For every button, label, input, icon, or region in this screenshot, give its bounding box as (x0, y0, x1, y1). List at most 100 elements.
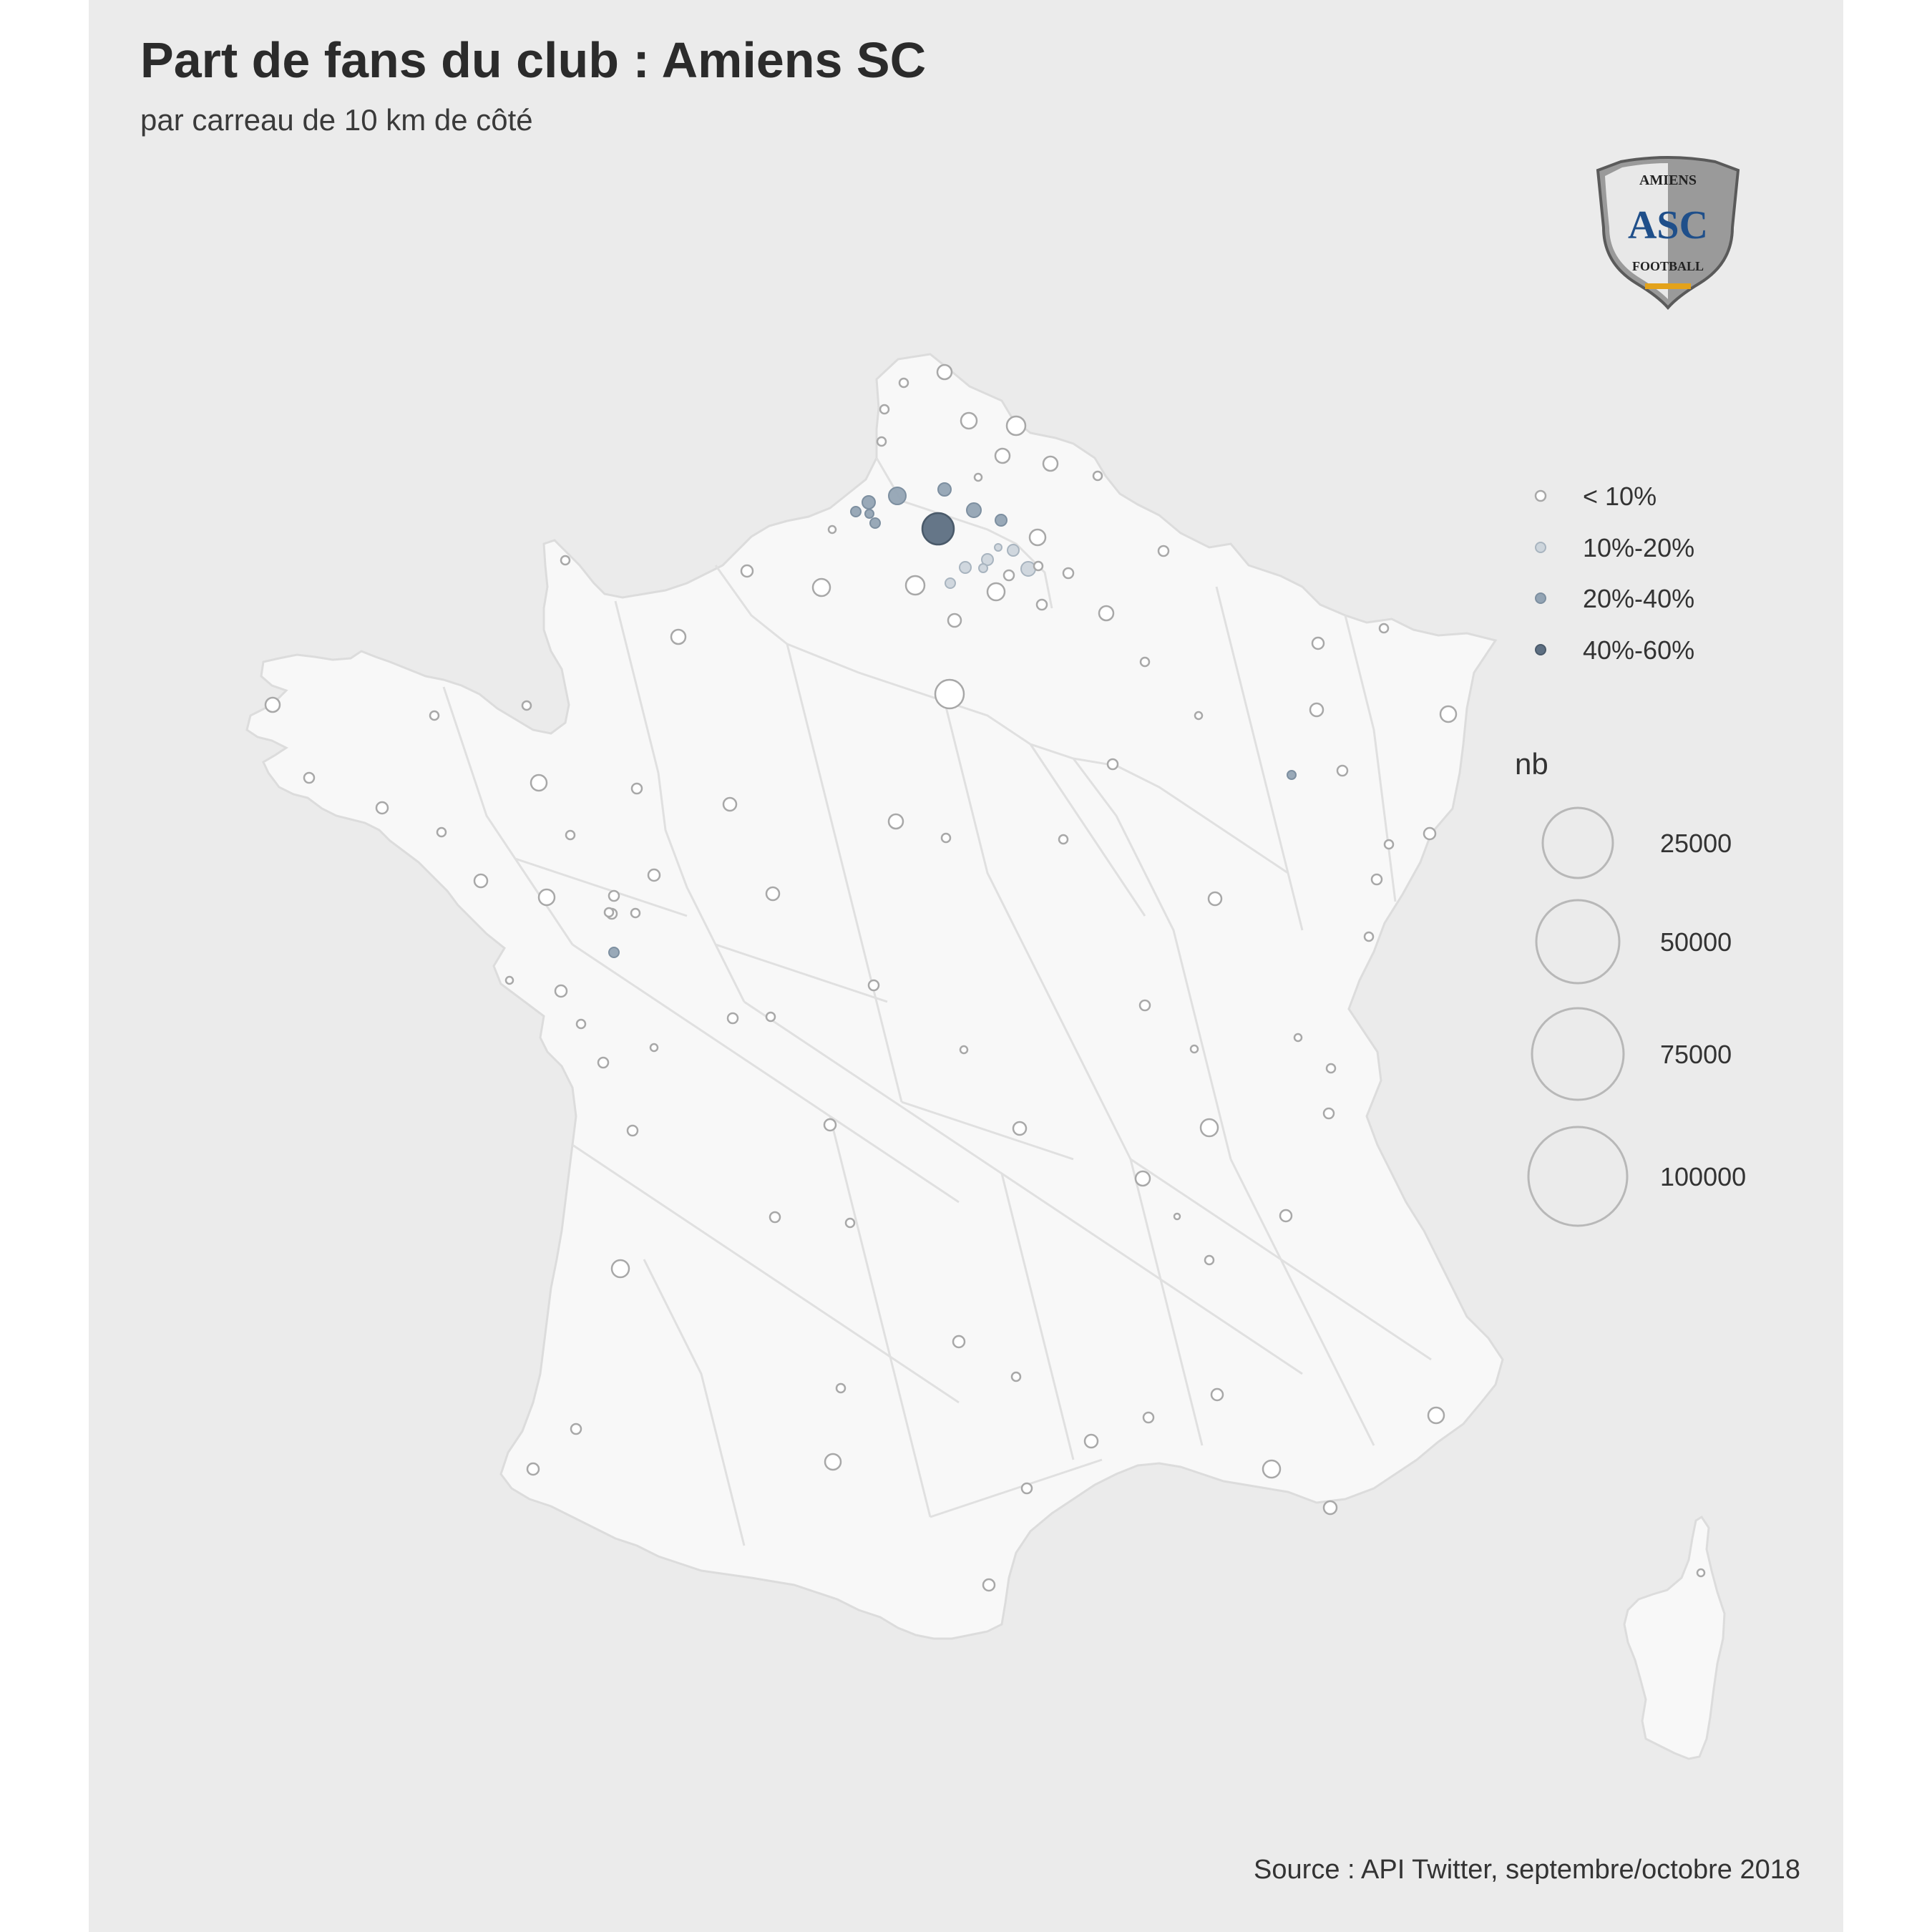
map-point (1439, 705, 1458, 723)
map-point (1427, 1406, 1445, 1425)
legend-key-10-20 (1535, 542, 1546, 553)
map-point (1207, 891, 1223, 907)
map-point (1423, 826, 1437, 841)
map-point (1058, 834, 1069, 845)
map-point (986, 582, 1006, 602)
map-point (982, 1578, 996, 1592)
map-point (1322, 1107, 1335, 1120)
map-point (608, 889, 620, 902)
map-point (1020, 561, 1036, 577)
legend: < 10% 10%-20% 20%-40% 40%-60% nb 25000 5… (1515, 482, 1746, 1227)
crest-bottom-text: FOOTBALL (1632, 259, 1704, 273)
map-point (823, 1118, 837, 1132)
map-point (1134, 1170, 1151, 1187)
map-point (966, 502, 982, 518)
map-point (887, 813, 904, 830)
map-point (1005, 415, 1027, 436)
map-point (1194, 711, 1204, 721)
size-key-75000 (1531, 1007, 1625, 1101)
map-point (554, 984, 568, 998)
legend-label-20-40: 20%-40% (1583, 584, 1694, 613)
map-point (1012, 1121, 1028, 1136)
legend-key-20-40 (1535, 592, 1546, 604)
map-point (1142, 1411, 1155, 1424)
map-point (869, 517, 881, 529)
map-point (769, 1211, 781, 1224)
map-point (570, 1423, 582, 1435)
map-point (844, 1217, 856, 1229)
map-point (429, 710, 440, 721)
map-point (1279, 1209, 1293, 1223)
map-point (1325, 1063, 1337, 1074)
map-point (1106, 758, 1119, 771)
size-key-100000 (1527, 1126, 1629, 1227)
map-point (610, 1259, 630, 1279)
map-point (303, 771, 316, 784)
map-point (1370, 873, 1383, 886)
map-point (1028, 528, 1047, 547)
map-point (765, 886, 781, 902)
map-point (952, 1335, 966, 1349)
map-point (811, 577, 831, 597)
map-point (1002, 569, 1015, 582)
map-point (1098, 605, 1115, 622)
map-point (824, 1453, 842, 1471)
map-point (959, 1045, 969, 1055)
legend-label-40-60: 40%-60% (1583, 635, 1694, 665)
map-point (630, 782, 643, 795)
source-caption: Source : API Twitter, septembre/octobre … (1254, 1855, 1800, 1885)
map-point (973, 472, 983, 482)
map-point (649, 1043, 659, 1053)
map-point (921, 512, 955, 546)
map-point (937, 482, 952, 497)
crest-top-text: AMIENS (1639, 172, 1697, 188)
map-point (1262, 1459, 1282, 1479)
map-point (670, 628, 687, 645)
map-point (960, 411, 978, 430)
map-point (1287, 770, 1297, 780)
map-point (740, 564, 754, 578)
map-point (904, 575, 926, 596)
map-point (264, 696, 281, 713)
map-point (936, 364, 953, 381)
size-legend: nb 25000 50000 75000 100000 (1515, 747, 1746, 1227)
map-point (726, 1012, 739, 1025)
map-point (603, 907, 615, 918)
map-point (575, 1018, 587, 1030)
map-point (1189, 1044, 1199, 1054)
map-point (1157, 545, 1170, 557)
crest-monogram: ASC (1628, 203, 1708, 248)
map-point (436, 826, 447, 838)
share-legend: < 10% 10%-20% 20%-40% 40%-60% (1534, 482, 1694, 665)
map-point (994, 543, 1002, 552)
map-point (647, 868, 661, 882)
map-point (978, 563, 988, 573)
map-point (1322, 1500, 1338, 1516)
map-point (1309, 702, 1324, 718)
legend-label-10-20: 10%-20% (1583, 533, 1694, 562)
map-point (867, 979, 880, 992)
map-point (827, 525, 837, 535)
map-point (473, 873, 489, 889)
map-point (1020, 1482, 1033, 1495)
size-key-25000 (1541, 806, 1614, 879)
map-point (1204, 1254, 1215, 1266)
map-point (1033, 560, 1044, 572)
size-label-75000: 75000 (1660, 1040, 1732, 1069)
map-point (1035, 598, 1048, 611)
map-point (864, 509, 874, 519)
size-label-100000: 100000 (1660, 1162, 1746, 1191)
map-point (626, 1124, 639, 1137)
legend-label-lt10: < 10% (1583, 482, 1657, 511)
map-point (1336, 764, 1349, 777)
legend-key-40-60 (1535, 644, 1546, 655)
map-point (850, 506, 862, 517)
legend-key-lt10 (1534, 489, 1547, 502)
map-point (521, 700, 532, 711)
map-point (1363, 931, 1375, 942)
map-point (888, 487, 907, 505)
corsica (1623, 1515, 1726, 1760)
map-point (530, 774, 548, 792)
map-point (537, 888, 556, 907)
map-point (945, 577, 956, 589)
